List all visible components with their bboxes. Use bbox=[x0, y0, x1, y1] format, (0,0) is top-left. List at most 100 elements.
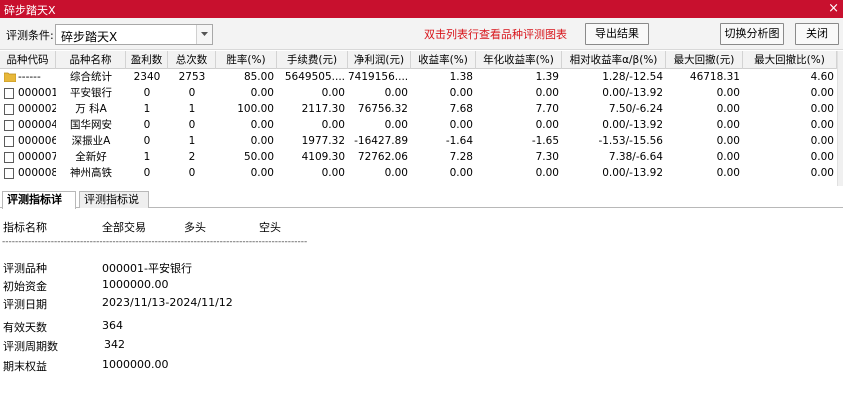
folder-icon bbox=[3, 72, 17, 85]
detail-value: 1000000.00 bbox=[102, 278, 169, 291]
cell-rel: 7.38/-6.64 bbox=[608, 151, 663, 163]
cell-mddr: 0.00 bbox=[810, 151, 834, 163]
detail-value: 342 bbox=[104, 338, 125, 351]
table-row[interactable]: 000006 深振业A 0 1 0.00 1977.32 -16427.89 -1.64 -1.… bbox=[0, 134, 837, 149]
detail-value: 2023/11/13-2024/11/12 bbox=[102, 296, 233, 309]
cell-total: 1 bbox=[188, 103, 196, 115]
document-icon bbox=[4, 152, 14, 165]
detail-header-short: 空头 bbox=[259, 221, 281, 234]
cell-mddr: 0.00 bbox=[810, 167, 834, 179]
detail-header-all: 全部交易 bbox=[102, 221, 146, 234]
column-header-annual[interactable]: 年化收益率(%) bbox=[476, 51, 562, 69]
cell-rate: 50.00 bbox=[243, 151, 274, 163]
column-header-rate[interactable]: 胜率(%) bbox=[216, 51, 277, 69]
cell-name: 平安银行 bbox=[70, 87, 112, 99]
cell-mdd: 0.00 bbox=[716, 103, 740, 115]
cell-name: 全新好 bbox=[75, 151, 107, 163]
column-header-win[interactable]: 盈利数 bbox=[126, 51, 168, 69]
cell-profit: 76756.32 bbox=[357, 103, 408, 115]
table-row[interactable]: 000004 国华网安 0 0 0.00 0.00 0.00 0.00 0.00 0.00/-13… bbox=[0, 118, 837, 133]
cell-annual: 1.39 bbox=[535, 71, 559, 83]
column-header-return[interactable]: 收益率(%) bbox=[411, 51, 476, 69]
cell-annual: 7.70 bbox=[535, 103, 559, 115]
cell-fee: 1977.32 bbox=[301, 135, 345, 147]
cell-mdd: 0.00 bbox=[716, 135, 740, 147]
cell-code: 000008 bbox=[0, 166, 56, 181]
cell-win: 2340 bbox=[133, 71, 161, 83]
column-header-name[interactable]: 品种名称 bbox=[56, 51, 126, 69]
cell-annual: 7.30 bbox=[535, 151, 559, 163]
cell-mddr: 0.00 bbox=[810, 87, 834, 99]
cell-rate: 0.00 bbox=[250, 119, 274, 131]
detail-header-metric: 指标名称 bbox=[3, 221, 47, 234]
cell-profit: 7419156.... bbox=[348, 71, 409, 83]
cell-ret: 7.68 bbox=[449, 103, 473, 115]
table-row[interactable]: 000001 平安银行 0 0 0.00 0.00 0.00 0.00 0.00 0.00/-13… bbox=[0, 86, 837, 101]
toolbar: 评测条件: 碎步踏天X 双击列表行查看品种评测图表 导出结果 切换分析图 关闭 bbox=[0, 18, 843, 50]
close-button[interactable]: 关闭 bbox=[795, 23, 839, 45]
tab-metric-description[interactable]: 评测指标说明 bbox=[79, 191, 149, 222]
table-row[interactable]: 000007 全新好 1 2 50.00 4109.30 72762.06 7.28 7.30 7… bbox=[0, 150, 837, 165]
cell-profit: 0.00 bbox=[384, 119, 408, 131]
condition-select[interactable]: 碎步踏天X bbox=[55, 24, 213, 45]
column-header-code[interactable]: 品种代码 bbox=[0, 51, 56, 69]
condition-value: 碎步踏天X bbox=[61, 30, 118, 44]
table-scrollbar[interactable] bbox=[837, 51, 843, 186]
cell-code-text: 000007 bbox=[18, 151, 56, 163]
detail-value: 000001-平安银行 bbox=[102, 262, 192, 275]
cell-win: 1 bbox=[143, 151, 151, 163]
cell-mddr: 0.00 bbox=[810, 119, 834, 131]
detail-value: 364 bbox=[102, 319, 123, 332]
cell-code: 000006 bbox=[0, 134, 56, 149]
table-row[interactable]: 000002 万 科A 1 1 100.00 2117.30 76756.32 7.68 7.7… bbox=[0, 102, 837, 117]
column-header-relative[interactable]: 相对收益率α/β(%) bbox=[562, 51, 666, 69]
cell-win: 0 bbox=[143, 119, 151, 131]
table-row[interactable]: 000008 神州高铁 0 0 0.00 0.00 0.00 0.00 0.00 0.00/-13… bbox=[0, 166, 837, 181]
chevron-down-icon[interactable] bbox=[196, 25, 212, 44]
cell-rel: 0.00/-13.92 bbox=[602, 119, 663, 131]
cell-fee: 4109.30 bbox=[301, 151, 345, 163]
window-title: 碎步踏天X bbox=[4, 4, 56, 17]
cell-profit: -16427.89 bbox=[354, 135, 408, 147]
document-icon bbox=[4, 136, 14, 149]
cell-ret: 7.28 bbox=[449, 151, 473, 163]
cell-rate: 0.00 bbox=[250, 167, 274, 179]
document-icon bbox=[4, 88, 14, 101]
cell-fee: 0.00 bbox=[321, 167, 345, 179]
column-header-profit[interactable]: 净利润(元) bbox=[348, 51, 411, 69]
cell-ret: 1.38 bbox=[449, 71, 473, 83]
cell-total: 1 bbox=[188, 135, 196, 147]
cell-total: 2 bbox=[188, 151, 196, 163]
cell-rate: 0.00 bbox=[250, 87, 274, 99]
cell-total: 0 bbox=[188, 87, 196, 99]
cell-code-text: 000008 bbox=[18, 167, 56, 179]
cell-code-text: 000004 bbox=[18, 119, 56, 131]
cell-ret: 0.00 bbox=[449, 119, 473, 131]
column-header-total[interactable]: 总次数 bbox=[168, 51, 216, 69]
cell-mddr: 0.00 bbox=[810, 135, 834, 147]
cell-code: 000002 bbox=[0, 102, 56, 117]
cell-mddr: 0.00 bbox=[810, 103, 834, 115]
column-header-mdd[interactable]: 最大回撤(元) bbox=[666, 51, 743, 69]
export-button[interactable]: 导出结果 bbox=[585, 23, 649, 45]
table-header: 品种代码 品种名称 盈利数 总次数 胜率(%) 手续费(元) 净利润(元) 收益… bbox=[0, 51, 837, 69]
column-header-mdd-ratio[interactable]: 最大回撤比(%) bbox=[743, 51, 837, 69]
window-close-icon[interactable]: × bbox=[828, 0, 839, 18]
column-header-fee[interactable]: 手续费(元) bbox=[277, 51, 348, 69]
document-icon bbox=[4, 168, 14, 181]
divider: ----------------------------------------… bbox=[2, 237, 308, 247]
cell-fee: 0.00 bbox=[321, 87, 345, 99]
table-row[interactable]: ------ 综合统计 2340 2753 85.00 5649505.... 741915… bbox=[0, 70, 837, 85]
detail-label: 评测日期 bbox=[3, 298, 47, 311]
tab-metric-details[interactable]: 评测指标详情 bbox=[2, 191, 76, 222]
cell-mdd: 0.00 bbox=[716, 87, 740, 99]
cell-total: 0 bbox=[188, 119, 196, 131]
detail-header-long: 多头 bbox=[184, 221, 206, 234]
cell-name: 深振业A bbox=[71, 135, 111, 147]
cell-win: 1 bbox=[143, 103, 151, 115]
switch-chart-button[interactable]: 切换分析图 bbox=[720, 23, 784, 45]
cell-mdd: 46718.31 bbox=[689, 71, 740, 83]
cell-ret: 0.00 bbox=[449, 167, 473, 179]
cell-name: 神州高铁 bbox=[70, 167, 112, 179]
cell-code-text: 000002 bbox=[18, 103, 56, 115]
